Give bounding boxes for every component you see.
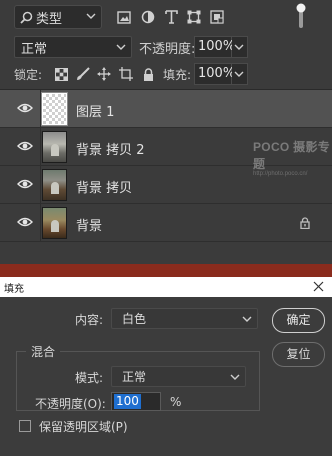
- filter-kind-label: 类型: [36, 11, 63, 27]
- eye-visibility-icon[interactable]: [17, 140, 33, 152]
- lock-label: 锁定:: [14, 68, 43, 82]
- filter-smart-object-icon[interactable]: [209, 9, 225, 25]
- layer-filter-dropdown[interactable]: 类型: [14, 5, 102, 29]
- layer-row-layer-1[interactable]: 图层 1: [0, 90, 332, 128]
- filter-toggle-switch[interactable]: [296, 3, 306, 29]
- lock-artboard-icon[interactable]: [118, 66, 134, 82]
- fill-input[interactable]: 100%: [194, 63, 235, 85]
- lock-image-pixels-brush-icon[interactable]: [75, 66, 91, 82]
- layer-thumbnail: [42, 207, 67, 239]
- filter-type-layers-icon[interactable]: [163, 9, 179, 25]
- chevron-down-icon: [230, 374, 240, 380]
- fill-dialog: 填充 内容: 白色 确定 复位 混合 模式: 正常 不透明度(O): 100 %…: [0, 277, 332, 456]
- chevron-down-icon: [234, 71, 244, 77]
- opacity-label: 不透明度:: [139, 42, 196, 57]
- eye-visibility-icon[interactable]: [17, 102, 33, 114]
- lock-icon: [300, 217, 310, 229]
- visibility-separator: [40, 166, 41, 204]
- blending-group-title: 混合: [26, 343, 61, 360]
- mode-value: 正常: [122, 370, 147, 384]
- preserve-transparency-label[interactable]: 保留透明区域(P): [39, 418, 128, 435]
- reset-button[interactable]: 复位: [272, 342, 325, 367]
- dialog-opacity-input[interactable]: 100: [111, 392, 161, 411]
- chevron-down-icon: [116, 44, 126, 50]
- opacity-input[interactable]: 100%: [194, 36, 235, 58]
- dialog-opacity-label: 不透明度(O):: [35, 397, 106, 411]
- mode-label: 模式:: [75, 371, 104, 385]
- mode-dropdown[interactable]: 正常: [111, 366, 246, 387]
- chevron-down-icon: [86, 13, 96, 19]
- search-icon: [20, 11, 33, 24]
- opacity-slider-toggle[interactable]: [232, 36, 248, 58]
- dialog-opacity-value: 100: [114, 394, 141, 409]
- lock-position-move-icon[interactable]: [96, 66, 112, 82]
- dialog-title: 填充: [4, 284, 24, 295]
- layer-name[interactable]: 背景 拷贝 2: [76, 139, 145, 158]
- layer-thumbnail: [42, 131, 67, 163]
- filter-adjustment-layers-icon[interactable]: [140, 9, 156, 25]
- layer-thumbnail: [42, 169, 67, 201]
- filter-pixel-layers-icon[interactable]: [116, 9, 132, 25]
- layer-name[interactable]: 图层 1: [76, 101, 114, 120]
- content-label: 内容:: [75, 313, 104, 327]
- blend-mode-dropdown[interactable]: 正常: [14, 36, 132, 58]
- layers-panel: 类型 正常 不透明度: 100% 锁定: 填充: 100% 图层 1 背景 拷贝…: [0, 0, 332, 264]
- fill-label: 填充:: [163, 68, 192, 82]
- layer-name[interactable]: 背景: [76, 215, 102, 234]
- preserve-transparency-checkbox[interactable]: [19, 420, 31, 432]
- visibility-separator: [40, 204, 41, 242]
- dialog-titlebar[interactable]: 填充: [0, 277, 332, 297]
- ok-button[interactable]: 确定: [272, 308, 325, 333]
- layer-row-background-copy[interactable]: 背景 拷贝: [0, 166, 332, 204]
- lock-all-icon[interactable]: [140, 66, 156, 82]
- content-dropdown[interactable]: 白色: [111, 308, 258, 329]
- lock-transparent-pixels-icon[interactable]: [53, 66, 69, 82]
- chevron-down-icon: [242, 316, 252, 322]
- fill-slider-toggle[interactable]: [232, 63, 248, 85]
- layer-thumbnail: [41, 92, 68, 126]
- content-value: 白色: [122, 312, 147, 326]
- layer-row-background[interactable]: 背景: [0, 204, 332, 242]
- visibility-separator: [40, 90, 41, 128]
- filter-shape-layers-icon[interactable]: [186, 9, 202, 25]
- canvas-background-strip: [0, 264, 332, 277]
- layer-name[interactable]: 背景 拷贝: [76, 177, 132, 196]
- blend-mode-value: 正常: [21, 41, 48, 57]
- eye-visibility-icon[interactable]: [17, 178, 33, 190]
- eye-visibility-icon[interactable]: [17, 216, 33, 228]
- chevron-down-icon: [234, 44, 244, 50]
- percent-unit: %: [170, 395, 182, 409]
- visibility-separator: [40, 128, 41, 166]
- close-icon[interactable]: [313, 281, 324, 292]
